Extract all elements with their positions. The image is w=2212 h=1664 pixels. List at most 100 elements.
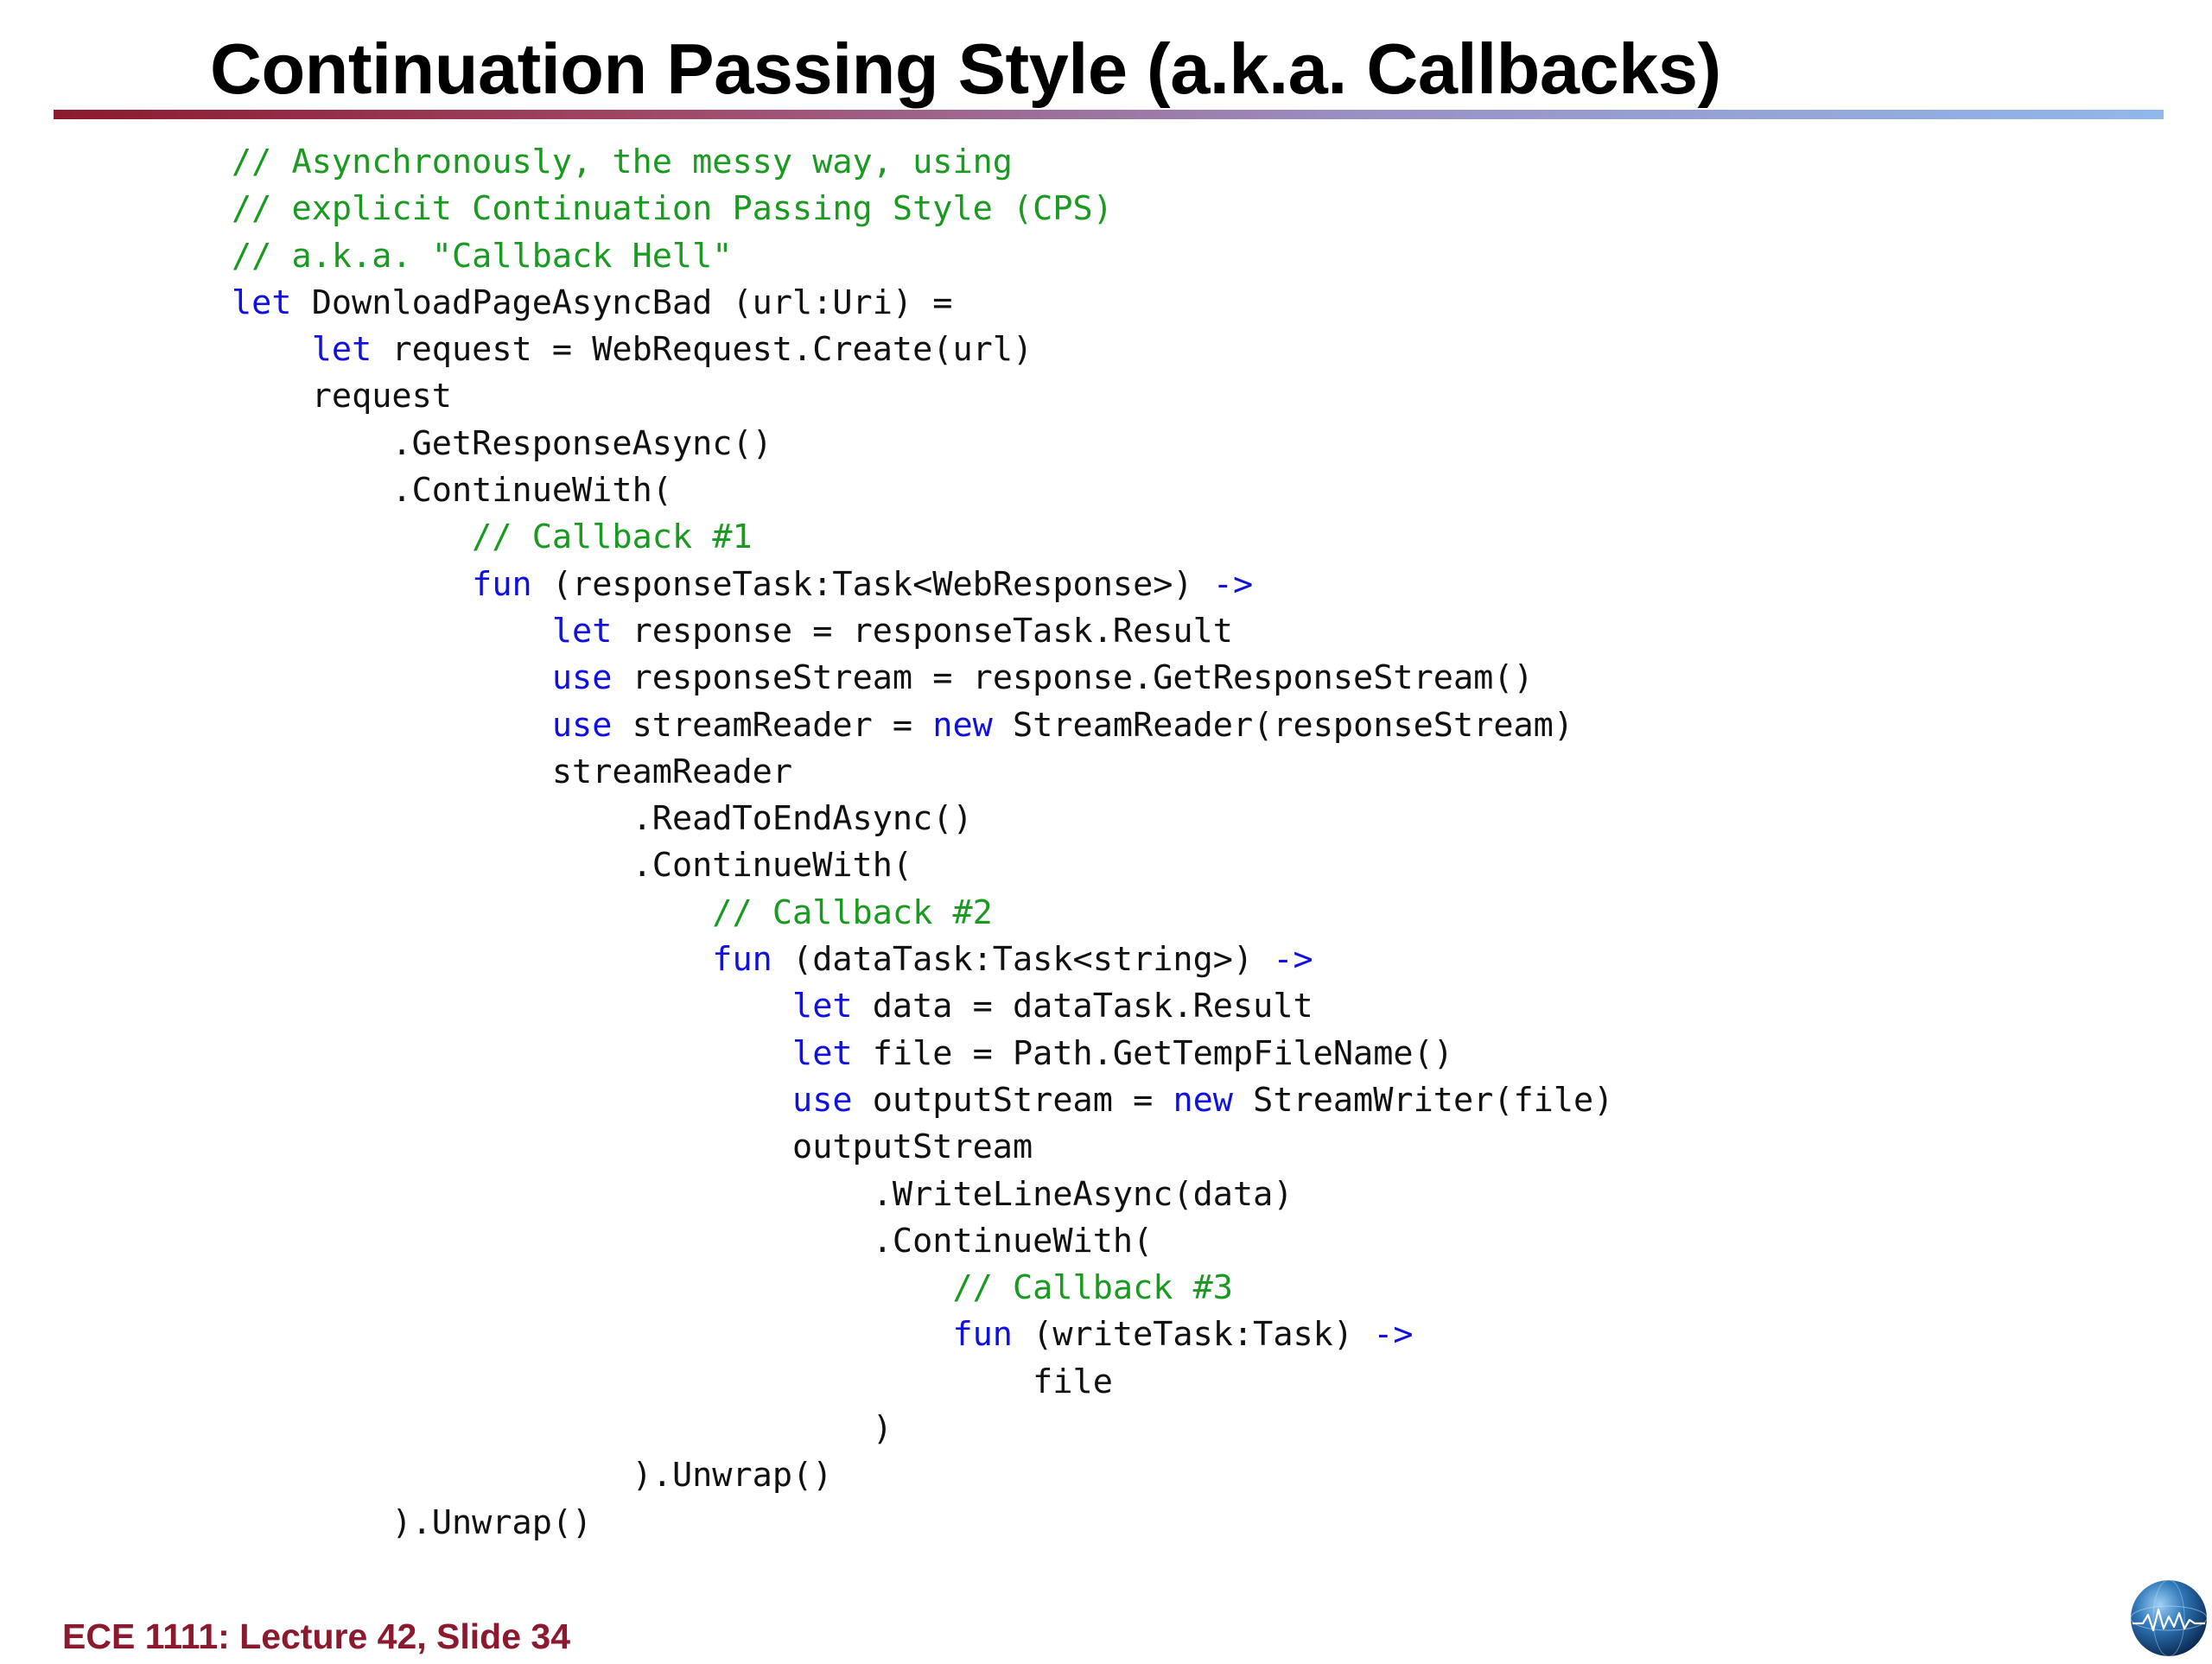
code-line: let response = responseTask.Result (232, 608, 1613, 655)
code-keyword: -> (1273, 940, 1313, 980)
slide-title: Continuation Passing Style (a.k.a. Callb… (210, 29, 1721, 109)
code-line: streamReader (232, 749, 1613, 796)
code-keyword: new (1173, 1080, 1233, 1120)
code-keyword: new (932, 705, 993, 745)
code-block: // Asynchronously, the messy way, using /… (232, 139, 1613, 1547)
code-line: // a.k.a. "Callback Hell" (232, 233, 1613, 280)
code-line: outputStream (232, 1124, 1613, 1171)
code-keyword: fun (712, 940, 772, 980)
code-line: fun (dataTask:Task<string>) -> (232, 937, 1613, 983)
code-line: request (232, 373, 1613, 420)
code-text: .ContinueWith( (632, 846, 913, 886)
code-text: outputStream (792, 1127, 1033, 1167)
code-text: .WriteLineAsync(data) (872, 1174, 1294, 1214)
code-keyword: let (311, 330, 372, 370)
code-text: file (1033, 1362, 1113, 1401)
code-keyword: fun (952, 1315, 1013, 1355)
code-keyword: -> (1212, 564, 1254, 604)
code-line: fun (responseTask:Task<WebResponse>) -> (232, 562, 1613, 608)
code-line: use streamReader = new StreamReader(resp… (232, 702, 1613, 749)
code-text: outputStream = (852, 1080, 1173, 1120)
code-line: .ReadToEndAsync() (232, 796, 1613, 842)
code-line: file (232, 1359, 1613, 1406)
code-keyword: let (551, 611, 613, 651)
code-text: .ContinueWith( (872, 1221, 1154, 1261)
globe-waveform-logo-icon (2127, 1577, 2210, 1660)
code-line: fun (writeTask:Task) -> (232, 1312, 1613, 1358)
slide-footer: ECE 1111: Lecture 42, Slide 34 (62, 1616, 571, 1656)
code-keyword: let (792, 1033, 853, 1073)
code-line: .WriteLineAsync(data) (232, 1172, 1613, 1218)
code-text: (writeTask:Task) (1013, 1315, 1374, 1355)
code-line: ) (232, 1406, 1613, 1452)
code-text: response = responseTask.Result (612, 611, 1233, 651)
code-line: .ContinueWith( (232, 1218, 1613, 1265)
code-text: streamReader (551, 752, 793, 791)
code-text: request = WebRequest.Create(url) (372, 330, 1033, 370)
code-text: DownloadPageAsyncBad (url:Uri) = (291, 283, 953, 322)
code-line: let file = Path.GetTempFileName() (232, 1031, 1613, 1077)
code-text: .ContinueWith( (391, 471, 672, 511)
code-comment: // Callback #3 (952, 1268, 1233, 1308)
code-comment: // explicit Continuation Passing Style (… (232, 189, 1113, 229)
code-comment: // Callback #1 (472, 518, 753, 557)
code-line: let data = dataTask.Result (232, 983, 1613, 1030)
code-line: .ContinueWith( (232, 842, 1613, 889)
code-line: // Asynchronously, the messy way, using (232, 139, 1613, 186)
code-keyword: -> (1373, 1315, 1414, 1355)
code-text: ) (872, 1409, 893, 1449)
code-text: (responseTask:Task<WebResponse>) (531, 564, 1213, 604)
code-line: .ContinueWith( (232, 467, 1613, 514)
code-text: data = dataTask.Result (852, 987, 1313, 1026)
code-line: use outputStream = new StreamWriter(file… (232, 1077, 1613, 1124)
code-text: .ReadToEndAsync() (632, 799, 973, 839)
code-line: // Callback #1 (232, 514, 1613, 561)
code-line: use responseStream = response.GetRespons… (232, 655, 1613, 702)
code-line: // Callback #3 (232, 1265, 1613, 1312)
code-line: ).Unwrap() (232, 1452, 1613, 1499)
code-comment: // Asynchronously, the messy way, using (232, 143, 1013, 181)
code-keyword: let (232, 283, 292, 322)
code-keyword: use (792, 1080, 853, 1120)
code-text: ).Unwrap() (391, 1502, 593, 1542)
code-line: ).Unwrap() (232, 1500, 1613, 1547)
code-text: .GetResponseAsync() (391, 423, 772, 463)
code-text: (dataTask:Task<string>) (772, 940, 1274, 980)
code-text: StreamReader(responseStream) (992, 705, 1574, 745)
code-line: let request = WebRequest.Create(url) (232, 327, 1613, 373)
code-keyword: use (551, 705, 613, 745)
code-text: request (311, 377, 452, 416)
code-comment: // a.k.a. "Callback Hell" (232, 236, 733, 276)
code-line: .GetResponseAsync() (232, 421, 1613, 467)
code-comment: // Callback #2 (712, 892, 993, 932)
code-line: // Callback #2 (232, 890, 1613, 937)
code-line: // explicit Continuation Passing Style (… (232, 186, 1613, 232)
code-line: let DownloadPageAsyncBad (url:Uri) = (232, 280, 1613, 327)
code-keyword: use (551, 658, 613, 698)
code-text: responseStream = response.GetResponseStr… (612, 658, 1534, 698)
code-text: file = Path.GetTempFileName() (852, 1033, 1453, 1073)
code-keyword: fun (472, 564, 532, 604)
